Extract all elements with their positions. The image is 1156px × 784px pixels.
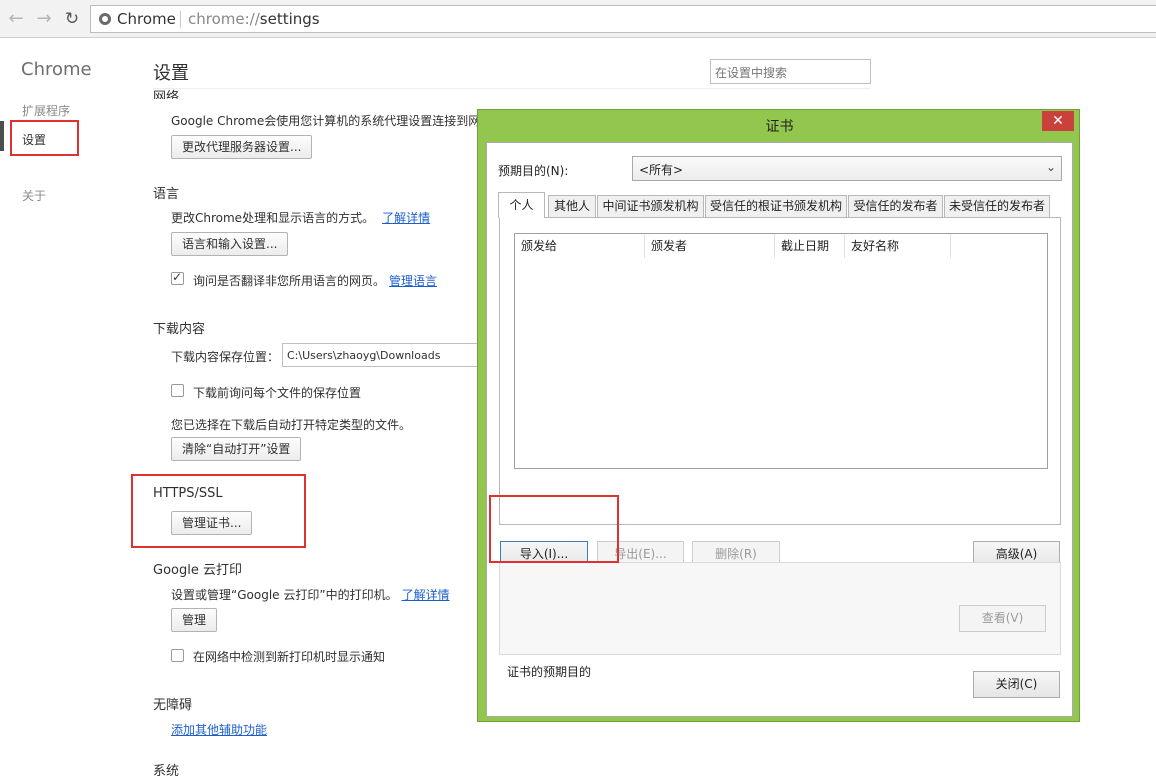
reload-icon[interactable]: ↻: [61, 8, 83, 30]
purpose-label: 预期目的(N):: [498, 164, 569, 178]
sidebar-active-indicator: [0, 121, 4, 151]
download-location-label: 下载内容保存位置：: [171, 350, 280, 364]
cloud-print-manage-button[interactable]: 管理: [171, 608, 218, 632]
language-learn-more-link[interactable]: 了解详情: [382, 211, 430, 225]
chevron-down-icon: ⌄: [1045, 160, 1056, 174]
system-section-title: 系统: [153, 764, 180, 779]
translate-label: 询问是否翻译非您所用语言的网页。: [193, 274, 386, 288]
certificate-purpose-label: 证书的预期目的: [507, 665, 592, 679]
dialog-title: 证书: [765, 119, 794, 135]
translate-option: 询问是否翻译非您所用语言的网页。 管理语言: [193, 272, 437, 289]
network-description: Google Chrome会使用您计算机的系统代理设置连接到网络: [171, 114, 493, 128]
sidebar-item-extensions[interactable]: 扩展程序: [22, 102, 70, 119]
sidebar-item-about[interactable]: 关于: [22, 187, 46, 204]
purpose-select-value: <所有>: [639, 163, 684, 177]
change-proxy-button[interactable]: 更改代理服务器设置...: [171, 135, 313, 159]
chrome-page-icon: [99, 13, 111, 25]
manage-languages-link[interactable]: 管理语言: [389, 274, 437, 288]
translate-checkbox[interactable]: [171, 270, 184, 285]
ask-location-label: 下载前询问每个文件的保存位置: [193, 386, 362, 400]
auto-open-description: 您已选择在下载后自动打开特定类型的文件。: [171, 418, 412, 432]
column-friendly-name[interactable]: 友好名称: [845, 234, 951, 258]
cloud-print-description-text: 设置或管理“Google 云打印”中的打印机。: [171, 588, 398, 602]
printer-notify-checkbox[interactable]: [171, 649, 184, 662]
cloud-print-learn-more-link[interactable]: 了解详情: [402, 588, 450, 602]
close-icon[interactable]: ✕: [1042, 111, 1074, 131]
certificate-list[interactable]: 颁发给 颁发者 截止日期 友好名称: [514, 233, 1048, 469]
cloud-print-description: 设置或管理“Google 云打印”中的打印机。 了解详情: [171, 586, 450, 603]
highlight-https-section: [131, 474, 306, 548]
forward-icon[interactable]: →: [33, 8, 55, 30]
url-path: settings: [259, 10, 320, 28]
column-expiration-date[interactable]: 截止日期: [775, 234, 845, 258]
settings-search-input[interactable]: 在设置中搜索: [710, 59, 871, 84]
url-scheme: chrome://: [188, 10, 260, 28]
site-label: Chrome: [117, 10, 176, 28]
highlight-settings-nav: [10, 120, 79, 156]
certificate-dialog: 证书 ✕ 预期目的(N): <所有> ⌄ 个人 其他人 中间证书颁发机构 受信任…: [477, 109, 1080, 722]
back-icon[interactable]: ←: [5, 8, 27, 30]
column-issued-by[interactable]: 颁发者: [645, 234, 775, 258]
sidebar-brand: Chrome: [21, 59, 92, 80]
tab-trusted-publishers[interactable]: 受信任的发布者: [848, 195, 943, 217]
add-accessibility-link[interactable]: 添加其他辅助功能: [171, 721, 267, 738]
address-url[interactable]: chrome://settings: [188, 10, 320, 28]
download-location-field[interactable]: C:\Users\zhaoyg\Downloads: [282, 343, 482, 367]
language-section-title: 语言: [153, 187, 180, 202]
network-section-title: 网络: [153, 90, 180, 99]
column-issued-to[interactable]: 颁发给: [515, 234, 645, 258]
tab-trusted-root-ca[interactable]: 受信任的根证书颁发机构: [705, 195, 847, 217]
header-divider: [153, 88, 871, 89]
downloads-section-title: 下载内容: [153, 322, 206, 337]
language-input-settings-button[interactable]: 语言和输入设置...: [171, 232, 289, 256]
printer-notify-label: 在网络中检测到新打印机时显示通知: [193, 650, 386, 664]
highlight-import-button: [489, 495, 619, 563]
tab-untrusted-publishers[interactable]: 未受信任的发布者: [944, 195, 1050, 217]
clear-auto-open-button[interactable]: 清除“自动打开”设置: [171, 437, 302, 461]
tab-panel: 颁发给 颁发者 截止日期 友好名称: [499, 217, 1061, 525]
dialog-body: 预期目的(N): <所有> ⌄ 个人 其他人 中间证书颁发机构 受信任的根证书颁…: [486, 142, 1073, 717]
view-button[interactable]: 查看(V): [959, 605, 1046, 632]
close-button[interactable]: 关闭(C): [973, 671, 1060, 698]
browser-toolbar: ← → ↻ Chrome chrome://settings: [0, 0, 1156, 38]
purpose-select[interactable]: <所有> ⌄: [632, 156, 1062, 181]
page-title: 设置: [153, 63, 189, 84]
address-separator: [180, 11, 181, 28]
tab-personal[interactable]: 个人: [498, 192, 545, 218]
tab-other-people[interactable]: 其他人: [548, 195, 596, 217]
language-description-text: 更改Chrome处理和显示语言的方式。: [171, 211, 375, 225]
ask-location-checkbox[interactable]: [171, 384, 184, 397]
tab-intermediate-ca[interactable]: 中间证书颁发机构: [597, 195, 704, 217]
address-bar[interactable]: Chrome chrome://settings: [90, 5, 1156, 33]
cloud-print-section-title: Google 云打印: [153, 563, 242, 578]
accessibility-section-title: 无障碍: [153, 698, 193, 713]
language-description: 更改Chrome处理和显示语言的方式。 了解详情: [171, 209, 430, 226]
